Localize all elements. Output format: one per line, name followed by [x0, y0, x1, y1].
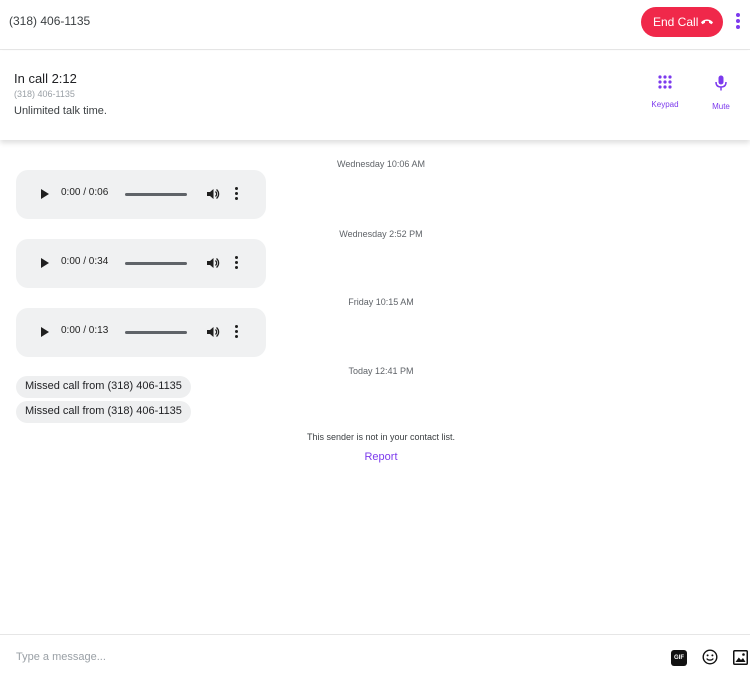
plan-info: Unlimited talk time. — [14, 105, 107, 117]
play-icon[interactable] — [41, 189, 49, 199]
sender-notice: This sender is not in your contact list. — [306, 432, 456, 442]
report-link[interactable]: Report — [364, 451, 397, 463]
message-thread: Wednesday 10:06 AM 0:00 / 0:06 Wednesday… — [0, 140, 750, 634]
message-input[interactable] — [8, 645, 648, 669]
microphone-icon — [715, 75, 727, 91]
call-status: In call 2:12 — [14, 71, 77, 86]
keypad-label: Keypad — [651, 100, 679, 109]
hangup-icon — [701, 19, 713, 25]
top-bar: (318) 406-1135 End Call — [0, 0, 750, 50]
mute-label: Mute — [712, 102, 730, 111]
volume-icon[interactable] — [206, 325, 220, 339]
keypad-icon — [658, 75, 672, 89]
call-number: (318) 406-1135 — [14, 89, 75, 99]
emoji-icon[interactable] — [702, 649, 718, 665]
play-icon[interactable] — [41, 258, 49, 268]
audio-more-icon[interactable] — [235, 187, 239, 202]
report-row: Report — [0, 451, 750, 463]
end-call-label: End Call — [653, 15, 699, 29]
play-icon[interactable] — [41, 327, 49, 337]
audio-progress-track[interactable] — [125, 331, 187, 334]
missed-call-bubble: Missed call from (318) 406-1135 — [16, 376, 191, 398]
audio-more-icon[interactable] — [235, 325, 239, 340]
audio-player: 0:00 / 0:34 — [16, 239, 266, 288]
end-call-button[interactable]: End Call — [641, 7, 723, 37]
missed-call-bubble: Missed call from (318) 406-1135 — [16, 401, 191, 423]
image-icon[interactable] — [733, 650, 748, 665]
audio-time: 0:00 / 0:06 — [61, 187, 109, 198]
timestamp: Friday 10:15 AM — [348, 297, 414, 307]
call-status-panel: In call 2:12 (318) 406-1135 Unlimited ta… — [0, 51, 750, 140]
more-options-icon[interactable] — [732, 11, 744, 33]
timestamp: Wednesday 10:06 AM — [337, 159, 425, 169]
keypad-button[interactable]: Keypad — [645, 75, 685, 109]
volume-icon[interactable] — [206, 256, 220, 270]
gif-icon[interactable]: GIF — [671, 650, 687, 666]
audio-time: 0:00 / 0:13 — [61, 325, 109, 336]
message-composer: GIF — [0, 634, 750, 681]
volume-icon[interactable] — [206, 187, 220, 201]
audio-time: 0:00 / 0:34 — [61, 256, 109, 267]
timestamp: Wednesday 2:52 PM — [339, 229, 423, 239]
audio-more-icon[interactable] — [235, 256, 239, 271]
audio-progress-track[interactable] — [125, 193, 187, 196]
mute-button[interactable]: Mute — [701, 75, 741, 111]
audio-player: 0:00 / 0:13 — [16, 308, 266, 357]
timestamp: Today 12:41 PM — [348, 366, 414, 376]
audio-player: 0:00 / 0:06 — [16, 170, 266, 219]
audio-progress-track[interactable] — [125, 262, 187, 265]
contact-phone-number: (318) 406-1135 — [9, 14, 91, 28]
